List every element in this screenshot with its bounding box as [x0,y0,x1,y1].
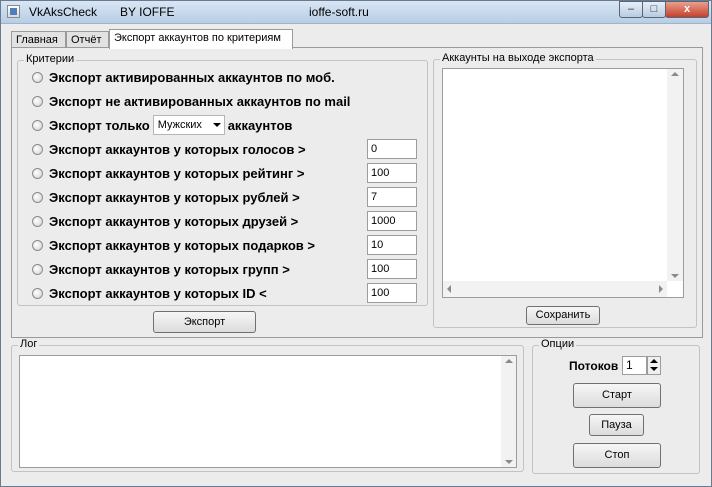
stepper-up-icon[interactable] [650,359,658,363]
criteria-label: Экспорт аккаунтов у которых групп > [49,261,290,277]
scroll-down-icon[interactable] [505,460,513,464]
options-group: Опции Потоков 1 Старт Пауза Стоп [532,338,700,474]
radio-button[interactable] [32,167,43,179]
threads-label: Потоков [569,359,619,373]
criteria-label: Экспорт только [49,117,150,133]
friends-input[interactable]: 1000 [367,211,417,231]
save-button-label: Сохранить [535,309,591,321]
scroll-left-icon[interactable] [447,285,451,293]
threads-input[interactable]: 1 [622,356,647,375]
radio-button[interactable] [32,95,43,107]
criteria-label: Экспорт активированных аккаунтов по моб. [49,69,335,85]
criteria-option[interactable]: Экспорт аккаунтов у которых рейтинг > [32,164,304,182]
log-output[interactable] [19,355,517,468]
export-tab-panel: Критерии Экспорт активированных аккаунто… [11,47,703,338]
log-legend: Лог [18,338,40,350]
criteria-label: Экспорт не активированных аккаунтов по m… [49,93,351,109]
log-group: Лог [11,338,524,472]
radio-button[interactable] [32,215,43,227]
tab-report[interactable]: Отчёт [66,31,109,48]
scroll-down-icon[interactable] [671,274,679,278]
threads-stepper[interactable] [647,356,661,375]
output-group: Аккаунты на выходе экспорта Сохранить [433,52,697,328]
scroll-right-icon[interactable] [659,285,663,293]
criteria-option[interactable]: Экспорт активированных аккаунтов по моб. [32,68,335,86]
radio-button[interactable] [32,143,43,155]
tab-label: Главная [16,34,58,46]
radio-button[interactable] [32,263,43,275]
id-input[interactable]: 100 [367,283,417,303]
maximize-button[interactable]: □ [642,1,666,18]
radio-button[interactable] [32,119,43,131]
stop-button[interactable]: Стоп [573,443,661,468]
chevron-down-icon [212,123,221,127]
export-button-label: Экспорт [183,316,226,328]
criteria-option[interactable]: Экспорт аккаунтов у которых голосов > [32,140,306,158]
gender-select-value: Мужских [157,119,202,131]
criteria-label: Экспорт аккаунтов у которых подарков > [49,237,315,253]
radio-button[interactable] [32,191,43,203]
pause-button-label: Пауза [601,419,632,431]
title-bar: VkAksCheck BY IOFFE ioffe-soft.ru – □ x [1,1,711,24]
criteria-label: Экспорт аккаунтов у которых ID < [49,285,267,301]
criteria-option[interactable]: Экспорт только Мужских аккаунтов [32,115,293,135]
close-button[interactable]: x [665,1,709,18]
scroll-up-icon[interactable] [505,359,513,363]
gender-select[interactable]: Мужских [152,115,225,135]
tab-label: Экспорт аккаунтов по критериям [114,32,281,44]
criteria-option[interactable]: Экспорт аккаунтов у которых ID < [32,284,267,302]
app-window: VkAksCheck BY IOFFE ioffe-soft.ru – □ x … [0,0,712,487]
criteria-label: Экспорт аккаунтов у которых голосов > [49,141,306,157]
export-button[interactable]: Экспорт [153,311,256,333]
criteria-option[interactable]: Экспорт аккаунтов у которых подарков > [32,236,315,254]
criteria-legend: Критерии [24,53,77,65]
site-label: ioffe-soft.ru [309,5,369,19]
pause-button[interactable]: Пауза [589,414,644,436]
minimize-button[interactable]: – [619,1,643,18]
tab-main[interactable]: Главная [11,31,66,48]
radio-button[interactable] [32,239,43,251]
criteria-option[interactable]: Экспорт аккаунтов у которых групп > [32,260,290,278]
stepper-down-icon[interactable] [650,367,658,371]
criteria-option[interactable]: Экспорт не активированных аккаунтов по m… [32,92,350,110]
scroll-up-icon[interactable] [671,72,679,76]
app-title: VkAksCheck [29,5,98,19]
criteria-label: Экспорт аккаунтов у которых друзей > [49,213,299,229]
radio-button[interactable] [32,71,43,83]
criteria-label: Экспорт аккаунтов у которых рейтинг > [49,165,305,181]
criteria-option[interactable]: Экспорт аккаунтов у которых друзей > [32,212,298,230]
criteria-option[interactable]: Экспорт аккаунтов у которых рублей > [32,188,300,206]
vertical-scrollbar[interactable] [667,69,683,281]
maximize-icon: □ [650,3,658,15]
output-legend: Аккаунты на выходе экспорта [440,52,596,64]
horizontal-scrollbar[interactable] [443,281,667,297]
stop-button-label: Стоп [604,449,630,461]
tab-label: Отчёт [71,34,102,46]
groups-input[interactable]: 100 [367,259,417,279]
vertical-scrollbar[interactable] [501,356,516,467]
start-button[interactable]: Старт [573,383,661,408]
output-list[interactable] [442,68,684,298]
tab-export-criteria[interactable]: Экспорт аккаунтов по критериям [109,29,293,49]
gifts-input[interactable]: 10 [367,235,417,255]
app-icon [7,5,20,18]
criteria-group: Критерии Экспорт активированных аккаунто… [17,53,428,306]
radio-button[interactable] [32,287,43,299]
save-button[interactable]: Сохранить [526,306,600,325]
votes-input[interactable]: 0 [367,139,417,159]
minimize-icon: – [627,3,635,15]
rating-input[interactable]: 100 [367,163,417,183]
criteria-label: Экспорт аккаунтов у которых рублей > [49,189,300,205]
author-label: BY IOFFE [120,5,175,19]
criteria-label: аккаунтов [227,117,293,133]
rubles-input[interactable]: 7 [367,187,417,207]
options-legend: Опции [539,338,577,350]
close-icon: x [683,3,691,15]
start-button-label: Старт [602,389,632,401]
